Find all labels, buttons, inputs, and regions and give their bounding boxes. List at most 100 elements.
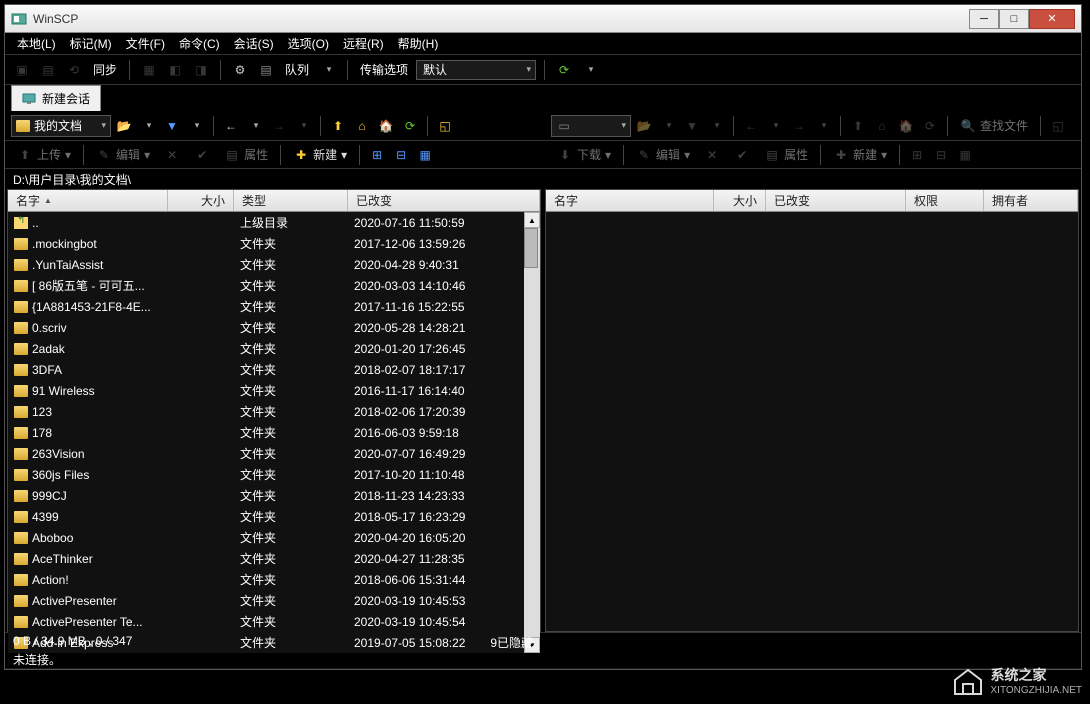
- col-rights[interactable]: 权限: [906, 190, 984, 211]
- tool-icon[interactable]: ▦: [138, 59, 160, 81]
- menu-options[interactable]: 选项(O): [282, 33, 335, 54]
- download-button[interactable]: ⬇下载 ▾: [551, 144, 617, 165]
- plus-icon[interactable]: ⊞: [366, 144, 388, 166]
- nav-dropdown[interactable]: [137, 115, 159, 137]
- scrollbar[interactable]: ▲ ▼: [524, 212, 540, 653]
- back-button[interactable]: ←: [740, 115, 762, 137]
- file-row[interactable]: ActivePresenter文件夹2020-03-19 10:45:53: [8, 590, 524, 611]
- file-row[interactable]: 263Vision文件夹2020-07-07 16:49:29: [8, 443, 524, 464]
- menu-remote[interactable]: 远程(R): [337, 33, 390, 54]
- forward-dropdown[interactable]: [292, 115, 314, 137]
- tool-icon[interactable]: ▤: [37, 59, 59, 81]
- menu-mark[interactable]: 标记(M): [64, 33, 118, 54]
- transfer-combo[interactable]: 默认: [416, 60, 536, 80]
- left-location-combo[interactable]: 我的文档 ▾: [11, 115, 111, 137]
- col-size[interactable]: 大小: [714, 190, 766, 211]
- menu-local[interactable]: 本地(L): [11, 33, 62, 54]
- find-button[interactable]: 🔍查找文件: [954, 115, 1034, 136]
- col-changed[interactable]: 已改变: [766, 190, 906, 211]
- home-button[interactable]: 🏠: [895, 115, 917, 137]
- file-row[interactable]: Aboboo文件夹2020-04-20 16:05:20: [8, 527, 524, 548]
- refresh-icon[interactable]: ⟳: [553, 59, 575, 81]
- menu-help[interactable]: 帮助(H): [392, 33, 445, 54]
- sync-browse-icon[interactable]: ◱: [434, 115, 456, 137]
- nav-icon[interactable]: 📂: [113, 115, 135, 137]
- tool-icon[interactable]: ◧: [164, 59, 186, 81]
- tool-icon[interactable]: ▦: [954, 144, 976, 166]
- settings-button[interactable]: ⚙: [229, 59, 251, 81]
- reload-button[interactable]: ⟳: [399, 115, 421, 137]
- filter-icon[interactable]: ▼: [161, 115, 183, 137]
- edit-button[interactable]: ✎编辑 ▾: [90, 144, 156, 165]
- root-button[interactable]: ⌂: [871, 115, 893, 137]
- reload-button[interactable]: ⟳: [919, 115, 941, 137]
- props-button[interactable]: ▤属性: [758, 144, 814, 165]
- home-button[interactable]: 🏠: [375, 115, 397, 137]
- file-row[interactable]: .YunTaiAssist文件夹2020-04-28 9:40:31: [8, 254, 524, 275]
- edit-button[interactable]: ✎编辑 ▾: [630, 144, 696, 165]
- upload-button[interactable]: ⬆上传 ▾: [11, 144, 77, 165]
- up-button[interactable]: ⬆: [847, 115, 869, 137]
- forward-dropdown[interactable]: [812, 115, 834, 137]
- file-row[interactable]: {1A881453-21F8-4E...文件夹2017-11-16 15:22:…: [8, 296, 524, 317]
- sync-button[interactable]: ⟲: [63, 59, 85, 81]
- tool-icon[interactable]: ▣: [11, 59, 33, 81]
- file-row[interactable]: 91 Wireless文件夹2016-11-17 16:14:40: [8, 380, 524, 401]
- queue-button[interactable]: ▤: [255, 59, 277, 81]
- file-row[interactable]: [ 86版五笔 - 可可五...文件夹2020-03-03 14:10:46: [8, 275, 524, 296]
- delete-icon[interactable]: ✕: [698, 145, 726, 165]
- menu-file[interactable]: 文件(F): [120, 33, 171, 54]
- menu-command[interactable]: 命令(C): [173, 33, 226, 54]
- root-button[interactable]: ⌂: [351, 115, 373, 137]
- tool-icon[interactable]: ◨: [190, 59, 212, 81]
- nav-icon[interactable]: 📂: [633, 115, 655, 137]
- rename-icon[interactable]: ✔: [188, 145, 216, 165]
- props-button[interactable]: ▤属性: [218, 144, 274, 165]
- file-row[interactable]: 3DFA文件夹2018-02-07 18:17:17: [8, 359, 524, 380]
- queue-dropdown[interactable]: [317, 59, 339, 81]
- minus-icon[interactable]: ⊟: [930, 144, 952, 166]
- nav-dropdown[interactable]: [657, 115, 679, 137]
- file-row[interactable]: 178文件夹2016-06-03 9:59:18: [8, 422, 524, 443]
- file-row[interactable]: 2adak文件夹2020-01-20 17:26:45: [8, 338, 524, 359]
- local-file-list[interactable]: ..上级目录2020-07-16 11:50:59.mockingbot文件夹2…: [8, 212, 524, 653]
- col-name[interactable]: 名字: [546, 190, 714, 211]
- new-button[interactable]: ✚新建 ▾: [827, 144, 893, 165]
- new-session-tab[interactable]: 新建会话: [11, 85, 101, 111]
- file-row[interactable]: ActivePresenter Te...文件夹2020-03-19 10:45…: [8, 611, 524, 632]
- back-dropdown[interactable]: [764, 115, 786, 137]
- filter-icon[interactable]: ▼: [681, 115, 703, 137]
- forward-button[interactable]: →: [268, 115, 290, 137]
- minus-icon[interactable]: ⊟: [390, 144, 412, 166]
- scroll-track[interactable]: [524, 228, 540, 637]
- file-row[interactable]: 0.scriv文件夹2020-05-28 14:28:21: [8, 317, 524, 338]
- forward-button[interactable]: →: [788, 115, 810, 137]
- close-button[interactable]: ✕: [1029, 9, 1075, 29]
- minimize-button[interactable]: ─: [969, 9, 999, 29]
- maximize-button[interactable]: □: [999, 9, 1029, 29]
- file-row[interactable]: 360js Files文件夹2017-10-20 11:10:48: [8, 464, 524, 485]
- up-button[interactable]: ⬆: [327, 115, 349, 137]
- rename-icon[interactable]: ✔: [728, 145, 756, 165]
- col-owner[interactable]: 拥有者: [984, 190, 1078, 211]
- plus-icon[interactable]: ⊞: [906, 144, 928, 166]
- file-row[interactable]: Action!文件夹2018-06-06 15:31:44: [8, 569, 524, 590]
- col-size[interactable]: 大小: [168, 190, 234, 211]
- back-dropdown[interactable]: [244, 115, 266, 137]
- back-button[interactable]: ←: [220, 115, 242, 137]
- scroll-thumb[interactable]: [524, 228, 538, 268]
- refresh-dropdown[interactable]: [579, 59, 601, 81]
- filter-dropdown[interactable]: [185, 115, 207, 137]
- tool-icon[interactable]: ▦: [414, 144, 436, 166]
- file-row[interactable]: 123文件夹2018-02-06 17:20:39: [8, 401, 524, 422]
- col-changed[interactable]: 已改变: [348, 190, 540, 211]
- delete-icon[interactable]: ✕: [158, 145, 186, 165]
- file-row[interactable]: 999CJ文件夹2018-11-23 14:23:33: [8, 485, 524, 506]
- file-row[interactable]: ..上级目录2020-07-16 11:50:59: [8, 212, 524, 233]
- file-row[interactable]: .mockingbot文件夹2017-12-06 13:59:26: [8, 233, 524, 254]
- new-button[interactable]: ✚新建 ▾: [287, 144, 353, 165]
- col-type[interactable]: 类型: [234, 190, 348, 211]
- filter-dropdown[interactable]: [705, 115, 727, 137]
- menu-session[interactable]: 会话(S): [228, 33, 280, 54]
- file-row[interactable]: 4399文件夹2018-05-17 16:23:29: [8, 506, 524, 527]
